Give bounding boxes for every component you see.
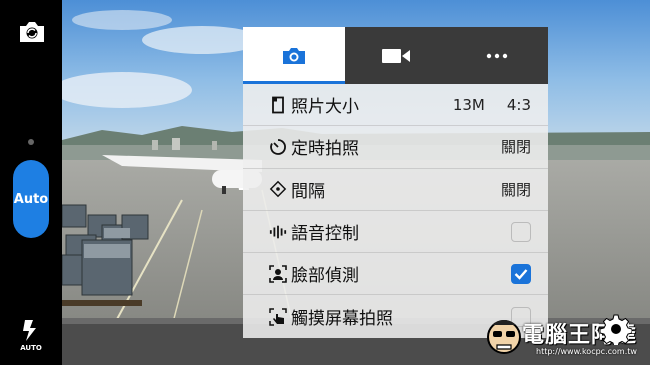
setting-value: 13M xyxy=(452,95,485,114)
voice-control-checkbox[interactable] xyxy=(511,221,531,242)
auto-mode-button[interactable]: Auto xyxy=(13,160,49,238)
camera-control-bar: Auto AUTO xyxy=(0,0,62,365)
setting-photo-size[interactable]: 照片大小 13M 4:3 xyxy=(243,84,548,127)
setting-label: 觸摸屏幕拍照 xyxy=(291,309,393,330)
setting-voice-control[interactable]: 語音控制 xyxy=(243,211,548,254)
flash-mode-label: AUTO xyxy=(20,344,42,352)
setting-label: 照片大小 xyxy=(291,97,359,118)
setting-timer[interactable]: 定時拍照 關閉 xyxy=(243,126,548,169)
more-icon xyxy=(486,53,508,58)
setting-label: 間隔 xyxy=(291,181,325,202)
switch-camera-icon[interactable] xyxy=(16,16,48,48)
flash-icon xyxy=(23,320,36,341)
setting-label: 語音控制 xyxy=(291,224,359,245)
settings-gear-icon[interactable] xyxy=(599,313,633,348)
checkmark-icon xyxy=(514,269,528,280)
settings-tab-bar xyxy=(243,27,548,84)
setting-aspect-ratio: 4:3 xyxy=(506,95,531,114)
video-camera-icon xyxy=(381,48,410,63)
mode-indicator-dot xyxy=(28,139,34,145)
tab-photo[interactable] xyxy=(243,27,345,84)
watermark-url: http://www.kocpc.com.tw xyxy=(536,347,637,356)
tab-more[interactable] xyxy=(446,27,548,84)
face-detection-icon xyxy=(269,265,287,283)
tab-video[interactable] xyxy=(345,27,447,84)
mascot-logo xyxy=(487,320,521,354)
setting-interval[interactable]: 間隔 關閉 xyxy=(243,169,548,211)
photo-size-icon xyxy=(269,96,287,114)
face-detection-checkbox[interactable] xyxy=(511,263,531,284)
setting-value: 關閉 xyxy=(500,180,531,199)
camera-icon xyxy=(282,47,305,64)
setting-value: 關閉 xyxy=(500,138,531,157)
flash-auto-button[interactable]: AUTO xyxy=(15,318,47,352)
camera-settings-panel: 照片大小 13M 4:3 定時拍照 關閉 間隔 關閉 語音控制 臉部偵測 觸摸屏… xyxy=(243,27,548,338)
setting-label: 定時拍照 xyxy=(291,139,359,160)
timer-icon xyxy=(269,138,287,156)
interval-icon xyxy=(269,180,287,198)
setting-label: 臉部偵測 xyxy=(291,266,359,287)
setting-face-detection[interactable]: 臉部偵測 xyxy=(243,253,548,296)
voice-control-icon xyxy=(269,223,287,241)
settings-list: 照片大小 13M 4:3 定時拍照 關閉 間隔 關閉 語音控制 臉部偵測 觸摸屏… xyxy=(243,84,548,338)
touch-shutter-icon xyxy=(269,307,287,326)
